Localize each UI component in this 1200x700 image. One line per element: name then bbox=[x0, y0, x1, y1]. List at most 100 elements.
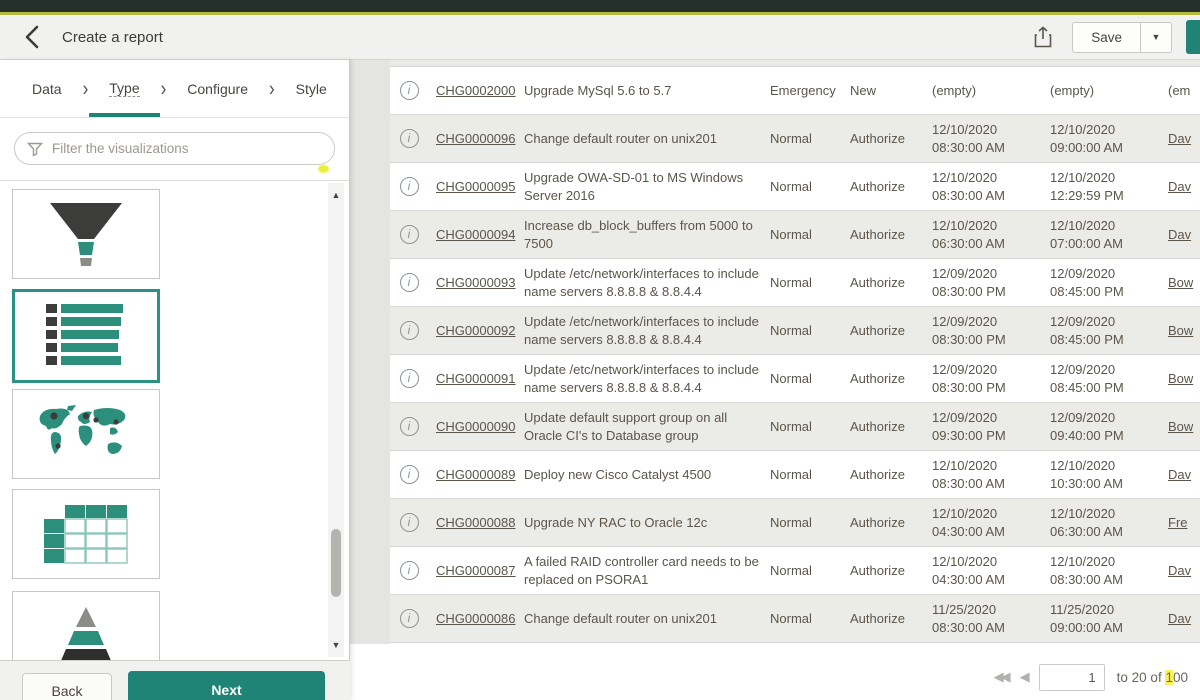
start-date-cell: 12/10/2020 08:30:00 AM bbox=[932, 169, 1050, 204]
visualization-filter-input[interactable] bbox=[52, 141, 322, 156]
info-icon[interactable]: i bbox=[400, 81, 419, 100]
share-button[interactable] bbox=[1028, 22, 1058, 52]
state-cell: Authorize bbox=[850, 274, 932, 292]
info-icon[interactable]: i bbox=[400, 369, 419, 388]
chevron-right-icon: › bbox=[269, 76, 275, 101]
scroll-up-icon[interactable]: ▲ bbox=[328, 187, 344, 203]
state-cell: New bbox=[850, 82, 932, 100]
table-row: i CHG0000090 Update default support grou… bbox=[390, 403, 1200, 451]
start-date-cell: 12/09/2020 08:30:00 PM bbox=[932, 265, 1050, 300]
assignee-link[interactable]: Dav bbox=[1168, 178, 1200, 196]
assignee-link[interactable]: Bow bbox=[1168, 370, 1200, 388]
viz-thumb-world-map[interactable] bbox=[12, 389, 160, 479]
change-number-link[interactable]: CHG0000087 bbox=[436, 563, 516, 578]
change-number-link[interactable]: CHG0000095 bbox=[436, 179, 516, 194]
info-icon[interactable]: i bbox=[400, 321, 419, 340]
step-type[interactable]: Type bbox=[103, 60, 145, 117]
viz-thumb-list[interactable] bbox=[12, 289, 160, 383]
assignee-link[interactable]: Fre bbox=[1168, 514, 1200, 532]
heatmap-table-icon bbox=[43, 503, 129, 565]
table-row: i CHG0000093 Update /etc/network/interfa… bbox=[390, 259, 1200, 307]
start-date-cell: 12/09/2020 08:30:00 PM bbox=[932, 361, 1050, 396]
change-number-link[interactable]: CHG0000090 bbox=[436, 419, 516, 434]
change-number-link[interactable]: CHG0000093 bbox=[436, 275, 516, 290]
previous-page-icon[interactable]: ◀ bbox=[1020, 669, 1027, 685]
viz-list-scrollbar[interactable]: ▲ ▼ bbox=[328, 183, 344, 657]
state-cell: Authorize bbox=[850, 370, 932, 388]
start-date-cell: 12/10/2020 06:30:00 AM bbox=[932, 217, 1050, 252]
back-step-button[interactable]: Back bbox=[22, 673, 112, 700]
scroll-down-icon[interactable]: ▼ bbox=[328, 637, 344, 653]
assignee-link[interactable]: Dav bbox=[1168, 226, 1200, 244]
assignee-link: (em bbox=[1168, 82, 1200, 100]
end-date-cell: 12/10/2020 07:00:00 AM bbox=[1050, 217, 1168, 252]
priority-cell: Normal bbox=[770, 370, 850, 388]
info-icon[interactable]: i bbox=[400, 465, 419, 484]
state-cell: Authorize bbox=[850, 610, 932, 628]
world-map-icon bbox=[34, 402, 138, 466]
page-number-input[interactable] bbox=[1039, 664, 1105, 691]
first-page-icon[interactable]: ◀◀ bbox=[994, 669, 1008, 685]
short-description-cell: Change default router on unix201 bbox=[524, 610, 770, 628]
end-date-cell: 12/10/2020 10:30:00 AM bbox=[1050, 457, 1168, 492]
assignee-link[interactable]: Bow bbox=[1168, 418, 1200, 436]
short-description-cell: Update /etc/network/interfaces to includ… bbox=[524, 313, 770, 348]
pagination-total: 100 bbox=[1165, 670, 1188, 685]
priority-cell: Emergency bbox=[770, 82, 850, 100]
info-icon[interactable]: i bbox=[400, 417, 419, 436]
end-date-cell: 12/10/2020 06:30:00 AM bbox=[1050, 505, 1168, 540]
assignee-link[interactable]: Bow bbox=[1168, 274, 1200, 292]
step-data[interactable]: Data bbox=[26, 60, 68, 117]
start-date-cell: 12/10/2020 08:30:00 AM bbox=[932, 121, 1050, 156]
table-row: i CHG0000092 Update /etc/network/interfa… bbox=[390, 307, 1200, 355]
back-button[interactable] bbox=[18, 23, 46, 51]
change-number-link[interactable]: CHG0000091 bbox=[436, 371, 516, 386]
info-icon[interactable]: i bbox=[400, 177, 419, 196]
change-number-link[interactable]: CHG0000086 bbox=[436, 611, 516, 626]
priority-cell: Normal bbox=[770, 418, 850, 436]
info-icon[interactable]: i bbox=[400, 129, 419, 148]
save-split-button: Save ▼ bbox=[1072, 22, 1172, 53]
short-description-cell: Deploy new Cisco Catalyst 4500 bbox=[524, 466, 770, 484]
assignee-link[interactable]: Dav bbox=[1168, 610, 1200, 628]
viz-thumb-funnel[interactable] bbox=[12, 189, 160, 279]
change-number-link[interactable]: CHG0000089 bbox=[436, 467, 516, 482]
info-icon[interactable]: i bbox=[400, 273, 419, 292]
info-icon[interactable]: i bbox=[400, 513, 419, 532]
end-date-cell: 12/09/2020 09:40:00 PM bbox=[1050, 409, 1168, 444]
change-number-link[interactable]: CHG0000096 bbox=[436, 131, 516, 146]
info-icon[interactable]: i bbox=[400, 609, 419, 628]
assignee-link[interactable]: Dav bbox=[1168, 466, 1200, 484]
scrollbar-thumb[interactable] bbox=[331, 529, 341, 597]
primary-action-button-cut[interactable] bbox=[1186, 20, 1200, 54]
viz-thumb-heatmap-table[interactable] bbox=[12, 489, 160, 579]
change-number-link[interactable]: CHG0002000 bbox=[436, 83, 516, 98]
priority-cell: Normal bbox=[770, 274, 850, 292]
viz-thumb-pyramid[interactable] bbox=[12, 591, 160, 660]
table-row: i CHG0000095 Upgrade OWA-SD-01 to MS Win… bbox=[390, 163, 1200, 211]
info-icon[interactable]: i bbox=[400, 225, 419, 244]
change-number-link[interactable]: CHG0000088 bbox=[436, 515, 516, 530]
short-description-cell: Update /etc/network/interfaces to includ… bbox=[524, 265, 770, 300]
end-date-cell: 12/10/2020 12:29:59 PM bbox=[1050, 169, 1168, 204]
step-configure[interactable]: Configure bbox=[181, 60, 254, 117]
priority-cell: Normal bbox=[770, 466, 850, 484]
visualization-filter[interactable] bbox=[14, 132, 335, 165]
preview-table-area: i CHG0002000 Upgrade MySql 5.6 to 5.7 Em… bbox=[350, 60, 1200, 700]
browser-top-strip bbox=[0, 0, 1200, 12]
change-number-link[interactable]: CHG0000094 bbox=[436, 227, 516, 242]
save-button[interactable]: Save bbox=[1072, 22, 1140, 53]
end-date-cell: 12/10/2020 08:30:00 AM bbox=[1050, 553, 1168, 588]
state-cell: Authorize bbox=[850, 322, 932, 340]
next-step-button[interactable]: Next bbox=[128, 671, 325, 700]
short-description-cell: Upgrade NY RAC to Oracle 12c bbox=[524, 514, 770, 532]
assignee-link[interactable]: Bow bbox=[1168, 322, 1200, 340]
change-number-link[interactable]: CHG0000092 bbox=[436, 323, 516, 338]
save-dropdown-button[interactable]: ▼ bbox=[1140, 22, 1172, 53]
assignee-link[interactable]: Dav bbox=[1168, 562, 1200, 580]
table-row: i CHG0000091 Update /etc/network/interfa… bbox=[390, 355, 1200, 403]
assignee-link[interactable]: Dav bbox=[1168, 130, 1200, 148]
info-icon[interactable]: i bbox=[400, 561, 419, 580]
step-style[interactable]: Style bbox=[290, 60, 333, 117]
highlight-artifact bbox=[318, 165, 329, 173]
